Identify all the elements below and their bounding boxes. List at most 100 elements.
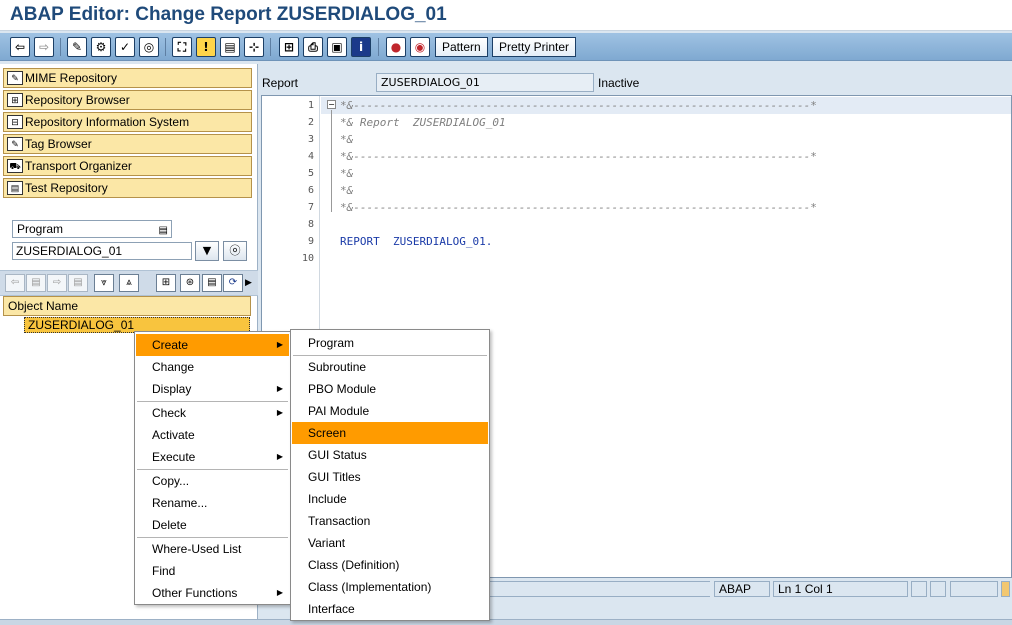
- create-submenu-item[interactable]: Program: [292, 332, 488, 354]
- create-submenu-item[interactable]: Include: [292, 488, 488, 510]
- hierarchy-button[interactable]: ⊞: [279, 37, 299, 57]
- menu-item-label: Execute: [152, 450, 196, 464]
- layout-button[interactable]: ▣: [327, 37, 347, 57]
- code-line[interactable]: *&: [340, 165, 353, 182]
- create-submenu-item[interactable]: GUI Status: [292, 444, 488, 466]
- tree-list-button[interactable]: ▤: [202, 274, 222, 292]
- context-menu-item[interactable]: Check ▶: [136, 402, 289, 424]
- create-submenu: Program Subroutine PBO Module PAI Module Scr…: [290, 329, 490, 621]
- context-menu-item[interactable]: Execute ▶: [136, 446, 289, 468]
- object-type-select[interactable]: Program ▤: [12, 220, 172, 238]
- context-menu-item[interactable]: Where-Used List: [136, 538, 289, 560]
- context-menu-item[interactable]: Activate: [136, 424, 289, 446]
- code-line[interactable]: *&: [340, 131, 353, 148]
- line-number: 1: [307, 100, 314, 111]
- window-title: ABAP Editor: Change Report ZUSERDIALOG_0…: [10, 4, 447, 25]
- back-icon: ⇦: [10, 277, 20, 288]
- create-submenu-item[interactable]: Interface: [292, 598, 488, 620]
- code-line[interactable]: *&--------------------------------------…: [340, 148, 817, 165]
- context-menu-item[interactable]: Rename...: [136, 492, 289, 514]
- create-submenu-item[interactable]: Variant: [292, 532, 488, 554]
- nav-transport-organizer[interactable]: ⛟ Transport Organizer: [3, 156, 252, 176]
- line-number: 10: [301, 253, 314, 264]
- tree-back-list-button[interactable]: ▤: [26, 274, 46, 292]
- object-list-button[interactable]: ▤: [220, 37, 240, 57]
- check-icon: ✓: [119, 40, 131, 54]
- layout-icon: ▣: [331, 40, 343, 54]
- context-menu-item[interactable]: Other Functions ▶: [136, 582, 289, 604]
- other-object-icon: ⚙: [95, 40, 107, 54]
- info-button[interactable]: i: [351, 37, 371, 57]
- menu-item-label: Other Functions: [152, 586, 238, 600]
- object-name-input[interactable]: ZUSERDIALOG_01: [12, 242, 192, 260]
- display-object-button[interactable]: ⓞ: [223, 241, 247, 261]
- create-submenu-item[interactable]: Class (Definition): [292, 554, 488, 576]
- menu-item-label: Display: [152, 382, 192, 396]
- create-submenu-item[interactable]: GUI Titles: [292, 466, 488, 488]
- code-line[interactable]: *&: [340, 182, 353, 199]
- tree-back-button[interactable]: ⇦: [5, 274, 25, 292]
- create-submenu-item[interactable]: Subroutine: [292, 356, 488, 378]
- print-button[interactable]: ⎙: [303, 37, 323, 57]
- fold-collapse-icon[interactable]: −: [327, 100, 336, 109]
- pattern-button[interactable]: Pattern: [435, 37, 488, 57]
- session-breakpoint-button[interactable]: ◉: [410, 37, 430, 57]
- nav-label: Test Repository: [25, 181, 108, 195]
- nav-tag-browser[interactable]: ✎ Tag Browser: [3, 134, 252, 154]
- tree-forward-list-button[interactable]: ▤: [68, 274, 88, 292]
- code-line[interactable]: REPORT ZUSERDIALOG_01.: [340, 233, 492, 250]
- where-used-button[interactable]: !: [196, 37, 216, 57]
- pretty-printer-button[interactable]: Pretty Printer: [492, 37, 577, 57]
- context-menu: Create ▶ Change Display ▶ Check ▶ Activate Execu…: [134, 331, 291, 605]
- more-arrow-icon[interactable]: ▶: [245, 278, 252, 288]
- line-number: 7: [307, 202, 314, 213]
- test-button[interactable]: ⛶: [172, 37, 192, 57]
- tree-forward-button[interactable]: ⇨: [47, 274, 67, 292]
- create-submenu-item[interactable]: Screen: [292, 422, 488, 444]
- tree-settings-button[interactable]: ⊛: [180, 274, 200, 292]
- context-menu-item[interactable]: Change: [136, 356, 289, 378]
- collapse-icon: ⩓: [126, 277, 132, 288]
- tree-refresh-button[interactable]: ⟳: [223, 274, 243, 292]
- tree-expand-button[interactable]: ⩔: [94, 274, 114, 292]
- code-line[interactable]: *& Report ZUSERDIALOG_01: [340, 114, 506, 131]
- tree-hierarchy-button[interactable]: ⊞: [156, 274, 176, 292]
- menu-item-label: Where-Used List: [152, 542, 242, 556]
- create-submenu-item[interactable]: Class (Implementation): [292, 576, 488, 598]
- line-number: 6: [307, 185, 314, 196]
- tree-collapse-button[interactable]: ⩓: [119, 274, 139, 292]
- mime-repository-icon: ✎: [7, 71, 23, 85]
- status-cell: [911, 581, 927, 597]
- create-submenu-item[interactable]: PAI Module: [292, 400, 488, 422]
- history-dropdown-button[interactable]: ▼: [195, 241, 219, 261]
- nav-repository-information-system[interactable]: ⊟ Repository Information System: [3, 112, 252, 132]
- context-menu-item[interactable]: Find: [136, 560, 289, 582]
- forward-button[interactable]: ⇨: [34, 37, 54, 57]
- other-object-button[interactable]: ⚙: [91, 37, 111, 57]
- status-cell: [930, 581, 946, 597]
- navigation-window-button[interactable]: ⊹: [244, 37, 264, 57]
- code-line[interactable]: *&--------------------------------------…: [340, 97, 817, 114]
- create-submenu-item[interactable]: PBO Module: [292, 378, 488, 400]
- activate-button[interactable]: ◎: [139, 37, 159, 57]
- create-submenu-item[interactable]: Transaction: [292, 510, 488, 532]
- context-menu-item[interactable]: Delete: [136, 514, 289, 536]
- code-line[interactable]: *&--------------------------------------…: [340, 199, 817, 216]
- nav-repository-browser[interactable]: ⊞ Repository Browser: [3, 90, 252, 110]
- hierarchy-icon: ⊞: [283, 40, 295, 54]
- nav-mime-repository[interactable]: ✎ MIME Repository: [3, 68, 252, 88]
- check-button[interactable]: ✓: [115, 37, 135, 57]
- where-used-icon: !: [203, 40, 209, 54]
- display-change-button[interactable]: ✎: [67, 37, 87, 57]
- context-menu-item[interactable]: Display ▶: [136, 378, 289, 400]
- nav-test-repository[interactable]: ▤ Test Repository: [3, 178, 252, 198]
- breakpoint-button[interactable]: ●: [386, 37, 406, 57]
- nav-label: Repository Browser: [25, 93, 130, 107]
- back-button[interactable]: ⇦: [10, 37, 30, 57]
- submenu-arrow-icon: ▶: [276, 408, 283, 417]
- context-menu-item[interactable]: Create ▶: [136, 334, 289, 356]
- context-menu-item[interactable]: Copy...: [136, 470, 289, 492]
- status-cell: [950, 581, 998, 597]
- nav-label: Tag Browser: [25, 137, 92, 151]
- print-icon: ⎙: [308, 40, 318, 54]
